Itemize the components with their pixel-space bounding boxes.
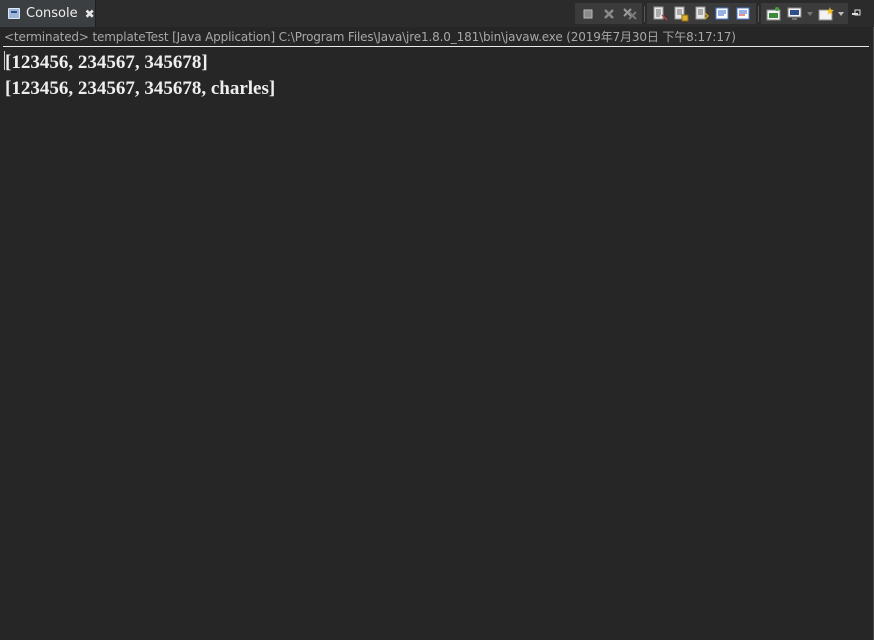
remove-all-terminated-button[interactable] — [619, 4, 640, 23]
display-console-dropdown[interactable] — [805, 4, 815, 23]
console-output-line: [123456, 234567, 345678, charles] — [5, 78, 276, 99]
status-divider — [3, 46, 869, 47]
remove-all-icon — [622, 7, 637, 20]
show-stdout-button[interactable] — [712, 4, 733, 23]
console-view-group — [761, 3, 848, 24]
console-view-titlebar: Console ✖ — [0, 0, 874, 27]
word-wrap-icon — [695, 6, 709, 20]
show-stdout-icon — [715, 7, 728, 19]
launch-controls-group — [575, 3, 642, 24]
chevron-down-icon — [838, 11, 844, 16]
scroll-lock-button[interactable] — [670, 4, 691, 23]
open-console-icon — [818, 6, 834, 20]
launch-status-text: <terminated> templateTest [Java Applicat… — [4, 30, 736, 44]
console-icon — [8, 8, 20, 19]
minimize-button[interactable] — [848, 4, 864, 23]
tab-console[interactable]: Console ✖ — [0, 0, 96, 27]
console-toolbar — [575, 3, 864, 24]
close-icon[interactable]: ✖ — [85, 7, 95, 21]
toolbar-separator — [758, 5, 759, 22]
terminate-button[interactable] — [577, 4, 598, 23]
open-console-dropdown[interactable] — [836, 4, 846, 23]
show-stderr-icon — [736, 7, 749, 19]
toolbar-separator — [644, 5, 645, 22]
display-console-button[interactable] — [784, 4, 805, 23]
word-wrap-button[interactable] — [691, 4, 712, 23]
remove-icon — [603, 8, 614, 19]
scroll-lock-icon — [674, 6, 688, 21]
minimize-icon — [852, 9, 861, 15]
console-output-line: [123456, 234567, 345678] — [5, 52, 208, 73]
console-output[interactable]: [123456, 234567, 345678] [123456, 234567… — [5, 50, 865, 102]
clear-console-icon — [653, 6, 668, 21]
stop-icon — [583, 9, 592, 18]
clear-console-button[interactable] — [649, 4, 670, 23]
open-console-button[interactable] — [815, 4, 836, 23]
display-console-icon — [787, 7, 801, 19]
show-stderr-button[interactable] — [733, 4, 754, 23]
pin-console-icon — [766, 6, 780, 20]
pin-console-button[interactable] — [763, 4, 784, 23]
console-actions-group — [647, 3, 756, 24]
chevron-down-icon — [807, 11, 813, 16]
remove-launch-button[interactable] — [598, 4, 619, 23]
tab-console-label: Console — [26, 6, 78, 21]
